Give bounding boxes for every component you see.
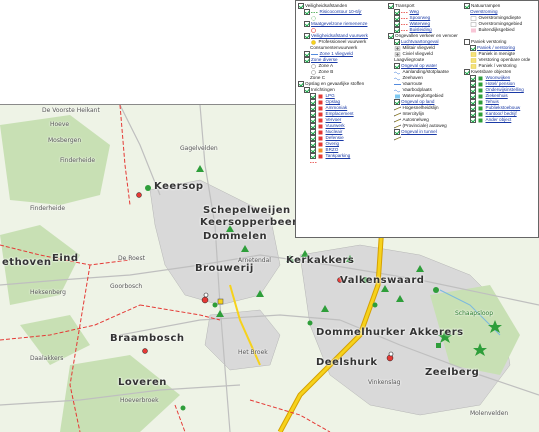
sq-orange-icon — [318, 148, 323, 152]
sq-red-icon — [318, 124, 323, 128]
plane-gray-icon — [394, 45, 401, 51]
sq-red-icon — [318, 94, 323, 98]
dash-green-icon — [311, 11, 318, 13]
place-label: Molenvelden — [470, 410, 509, 417]
sq-green-icon — [478, 76, 483, 80]
place-label: De Voorste Heikant — [42, 107, 100, 114]
legend-item — [388, 135, 466, 141]
place-label: Kerkakkers — [286, 255, 355, 266]
sq-red-icon — [318, 106, 323, 110]
sq-yellow-icon — [470, 57, 477, 63]
sq-green-icon — [478, 94, 483, 98]
sq-red-icon — [318, 100, 323, 104]
sq-red-icon — [318, 130, 323, 134]
rail-icon — [394, 112, 401, 116]
place-label: Finderheide — [60, 157, 96, 164]
dash-red-icon — [401, 23, 408, 25]
rail-icon — [394, 118, 401, 122]
legend-column-1: Veiligheidsafstanden Risicocontour 10-6/j… — [298, 3, 386, 165]
place-label: Het Broek — [238, 349, 268, 356]
rail-icon — [394, 136, 401, 140]
place-label: Deelshurk — [316, 357, 378, 368]
place-label: Zeelberg — [425, 367, 480, 378]
sq-red-icon — [318, 112, 323, 116]
plane-gray-icon — [394, 51, 401, 57]
place-label: Dommelen — [203, 231, 268, 242]
sq-red-icon — [318, 142, 323, 146]
sq-pink-icon — [471, 28, 476, 32]
legend-item[interactable]: Ander object — [464, 117, 538, 123]
sq-red-icon — [318, 154, 323, 158]
legend-label[interactable]: Ander object — [486, 117, 512, 123]
sq-green-icon — [478, 118, 483, 122]
sq-outline-icon — [470, 15, 477, 21]
place-label: Valkenswaard — [340, 275, 425, 286]
circle-yellow-icon — [311, 39, 316, 45]
place-label: Hoeve — [50, 121, 70, 128]
wave-icon — [394, 71, 401, 74]
layer-checkbox[interactable] — [470, 117, 476, 123]
wave-icon — [394, 89, 401, 92]
line-blue-icon — [311, 53, 318, 55]
circle-outline-icon — [311, 63, 316, 69]
place-label: Keersop — [154, 181, 204, 192]
place-label: Daalakkers — [30, 355, 64, 362]
place-label: Schaapsloop — [455, 310, 494, 317]
sq-red-icon — [318, 136, 323, 140]
rail-icon — [394, 106, 401, 110]
place-label: Eind — [52, 253, 79, 264]
place-label: Heksenberg — [30, 289, 66, 296]
dash-red-icon — [401, 29, 408, 31]
sq-red-icon — [318, 118, 323, 122]
circle-red-icon — [311, 27, 316, 33]
place-label: Brouwerij — [195, 263, 254, 274]
place-label: Dommelhurker Akkerers — [316, 327, 464, 338]
sq-green-icon — [478, 88, 483, 92]
place-label: Loveren — [118, 377, 167, 388]
wave-icon — [394, 77, 401, 80]
circle-dash-icon — [311, 15, 316, 21]
line-blue-icon — [394, 83, 401, 85]
place-label: Finderheide — [30, 205, 66, 212]
place-label: Schepelweijen — [203, 205, 291, 216]
place-label: Vinkenslag — [368, 379, 401, 386]
place-label: Hoeverbroek — [120, 397, 159, 404]
sq-green-icon — [478, 112, 483, 116]
sq-green-icon — [478, 82, 483, 86]
sq-green-icon — [478, 106, 483, 110]
place-label: Mosbergen — [48, 137, 82, 144]
dash-red-icon — [401, 11, 408, 13]
sq-green-icon — [478, 100, 483, 104]
legend-column-2: Transport Weg Spoorweg Waterweg Buisleiding O… — [388, 3, 466, 141]
dash-red-icon — [401, 17, 408, 19]
place-label: Gagelvelden — [180, 145, 218, 152]
legend-column-3: Natuurrampen Overstroming Overstromingsdie… — [464, 3, 538, 123]
sq-yellow-icon — [470, 51, 477, 57]
place-label: De Roest — [118, 255, 145, 262]
dash-red-icon — [310, 161, 317, 163]
sq-blue-icon — [395, 94, 400, 98]
place-label: ethoven — [2, 257, 52, 268]
sq-outline-icon — [470, 21, 477, 27]
place-label: Braambosch — [110, 333, 185, 344]
rail-icon — [394, 124, 401, 128]
sq-yellow-icon — [470, 63, 477, 69]
legend-item — [298, 159, 386, 165]
place-label: Goorbosch — [110, 283, 143, 290]
legend-panel: Veiligheidsafstanden Risicocontour 10-6/j… — [295, 0, 539, 238]
circle-outline-icon — [311, 69, 316, 75]
